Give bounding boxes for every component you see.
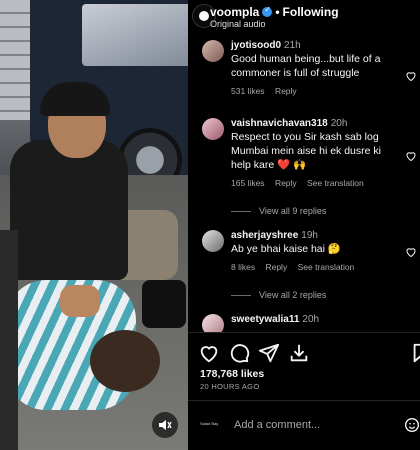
- comment-time: 21h: [284, 40, 301, 51]
- patient-head: [90, 330, 160, 392]
- mute-button[interactable]: [152, 412, 178, 438]
- comment-time: 19h: [301, 230, 318, 241]
- cpr-hands: [60, 285, 100, 317]
- comment-likes[interactable]: 165 likes: [231, 178, 265, 188]
- verified-badge-icon: [262, 5, 273, 17]
- comment-reply[interactable]: Reply: [275, 86, 297, 96]
- comment-icon[interactable]: [228, 342, 250, 364]
- comment-heart-icon[interactable]: [405, 246, 417, 258]
- download-icon[interactable]: [288, 342, 310, 364]
- commenter-avatar[interactable]: [202, 40, 224, 62]
- see-translation[interactable]: See translation: [298, 262, 355, 272]
- comments-list: jyotisood0 21h Good human being...but lif…: [188, 34, 420, 332]
- composer-avatar: Salad Bay: [200, 421, 219, 426]
- comment-text: Respect to you Sir kash sab log Mumbai m…: [231, 131, 381, 171]
- comment-likes[interactable]: 8 likes: [231, 262, 255, 272]
- likes-count[interactable]: 178,768 likes: [200, 368, 264, 380]
- comment-text: Ab ye bhai kaise hai 🤔: [231, 243, 341, 255]
- author-username[interactable]: voompla: [210, 5, 259, 19]
- post-header: voompla • Following Original audio: [188, 0, 420, 34]
- commenter-avatar[interactable]: [202, 118, 224, 140]
- comment-time: 20h: [330, 118, 348, 129]
- mute-icon: [159, 420, 172, 430]
- audio-link[interactable]: Original audio: [210, 19, 266, 29]
- car-window: [82, 4, 188, 66]
- comment-time: 20h: [302, 314, 320, 325]
- comment-username[interactable]: sweetywalia11: [231, 314, 299, 325]
- comment-input[interactable]: [234, 414, 394, 436]
- divider: [188, 332, 420, 333]
- emoji-icon[interactable]: [404, 417, 420, 433]
- see-translation[interactable]: See translation: [307, 178, 364, 188]
- share-icon[interactable]: [258, 342, 280, 364]
- view-replies-link[interactable]: View all 2 replies: [231, 290, 326, 300]
- comment-composer: Salad Bay: [188, 410, 420, 440]
- following-button[interactable]: Following: [283, 5, 339, 19]
- rescuer-boot: [142, 280, 186, 328]
- post-panel: voompla • Following Original audio jyoti…: [188, 0, 420, 450]
- comment-text: Good human being...but life of a commone…: [231, 53, 381, 79]
- comment-heart-icon[interactable]: [405, 150, 417, 162]
- action-bar: [188, 340, 420, 366]
- commenter-avatar[interactable]: [202, 230, 224, 252]
- comment-username[interactable]: jyotisood0: [231, 40, 281, 51]
- save-icon[interactable]: [410, 342, 420, 364]
- post-media[interactable]: [0, 0, 188, 450]
- comment-reply[interactable]: Reply: [265, 262, 287, 272]
- post-timestamp[interactable]: 20 HOURS AGO: [200, 382, 259, 391]
- comment-heart-icon[interactable]: [405, 70, 417, 82]
- separator-dot: •: [275, 5, 280, 19]
- commenter-avatar[interactable]: [202, 314, 224, 332]
- comment-username[interactable]: vaishnavichavan318: [231, 118, 328, 129]
- divider: [188, 400, 420, 401]
- comment-reply[interactable]: Reply: [275, 178, 297, 188]
- rescuer-shirt: [10, 140, 128, 280]
- view-replies-link[interactable]: View all 9 replies: [231, 206, 326, 216]
- comment-likes[interactable]: 531 likes: [231, 86, 265, 96]
- street-pole: [0, 230, 18, 450]
- comment-username[interactable]: asherjayshree: [231, 230, 298, 241]
- heart-icon[interactable]: [198, 342, 220, 364]
